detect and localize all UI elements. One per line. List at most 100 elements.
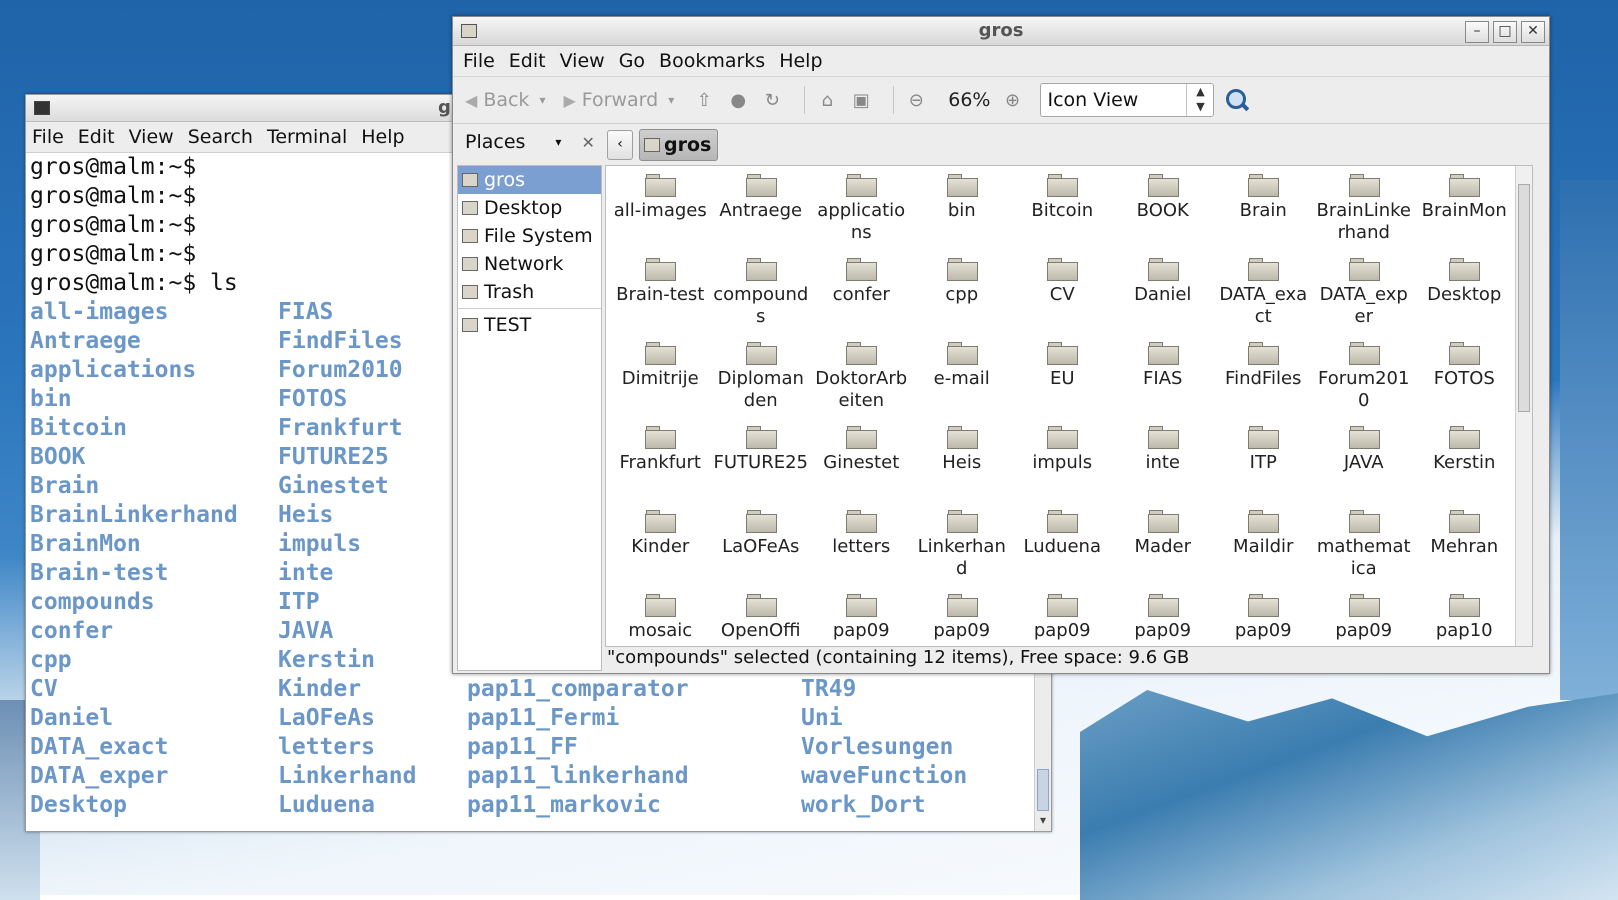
- folder-item[interactable]: Dimitrije: [610, 342, 711, 426]
- folder-item[interactable]: pap10: [1414, 594, 1515, 646]
- view-mode-select[interactable]: Icon View ▲ ▼: [1040, 83, 1215, 117]
- path-current-button[interactable]: gros: [639, 129, 719, 161]
- folder-item[interactable]: Luduena: [1012, 510, 1113, 594]
- folder-item[interactable]: Mader: [1113, 510, 1214, 594]
- folder-item[interactable]: DoktorArbeiten: [811, 342, 912, 426]
- folder-item[interactable]: confer: [811, 258, 912, 342]
- scroll-down-icon[interactable]: ▾: [1035, 813, 1051, 831]
- folder-item[interactable]: Forum2010: [1314, 342, 1415, 426]
- folder-item[interactable]: impuls: [1012, 426, 1113, 510]
- folder-item[interactable]: BOOK: [1113, 174, 1214, 258]
- folder-item[interactable]: JAVA: [1314, 426, 1415, 510]
- chevron-down-icon[interactable]: ▾: [555, 135, 561, 149]
- icon-view[interactable]: all-images Antraege applications bin Bitcoin…: [605, 165, 1533, 647]
- terminal-scroll-thumb[interactable]: [1037, 769, 1049, 811]
- fm-titlebar[interactable]: gros – □ ✕: [453, 17, 1549, 46]
- icon-view-scrollbar[interactable]: [1515, 166, 1532, 646]
- folder-item[interactable]: Brain-test: [610, 258, 711, 342]
- sidebar-item-network[interactable]: Network: [458, 250, 601, 278]
- folder-item[interactable]: LaOFeAs: [711, 510, 812, 594]
- folder-item[interactable]: pap09: [912, 594, 1013, 646]
- computer-icon[interactable]: ▣: [849, 88, 873, 112]
- folder-item[interactable]: applications: [811, 174, 912, 258]
- sidebar-item-file-system[interactable]: File System: [458, 222, 601, 250]
- folder-item[interactable]: CV: [1012, 258, 1113, 342]
- folder-item[interactable]: DATA_exact: [1213, 258, 1314, 342]
- terminal-menu-help[interactable]: Help: [361, 126, 404, 148]
- folder-item[interactable]: FOTOS: [1414, 342, 1515, 426]
- folder-item[interactable]: letters: [811, 510, 912, 594]
- folder-item[interactable]: e-mail: [912, 342, 1013, 426]
- fm-menu-bookmarks[interactable]: Bookmarks: [659, 50, 765, 72]
- folder-item[interactable]: Heis: [912, 426, 1013, 510]
- reload-icon[interactable]: ↻: [760, 88, 784, 112]
- folder-item[interactable]: EU: [1012, 342, 1113, 426]
- folder-item[interactable]: Desktop: [1414, 258, 1515, 342]
- folder-item[interactable]: BrainLinkerhand: [1314, 174, 1415, 258]
- zoom-in-icon[interactable]: ⊕: [1000, 88, 1024, 112]
- back-button[interactable]: ◀ Back ▾: [465, 89, 545, 111]
- folder-item[interactable]: Bitcoin: [1012, 174, 1113, 258]
- folder-item[interactable]: DATA_exper: [1314, 258, 1415, 342]
- icon-view-scroll-thumb[interactable]: [1518, 184, 1530, 412]
- folder-item[interactable]: bin: [912, 174, 1013, 258]
- folder-item[interactable]: Diplomanden: [711, 342, 812, 426]
- folder-item[interactable]: BrainMon: [1414, 174, 1515, 258]
- terminal-menu-file[interactable]: File: [32, 126, 64, 148]
- fm-menu-go[interactable]: Go: [619, 50, 645, 72]
- spinner-arrows-icon[interactable]: ▲ ▼: [1186, 84, 1213, 116]
- home-icon[interactable]: ⌂: [815, 88, 839, 112]
- file-manager-window[interactable]: gros – □ ✕ File Edit View Go Bookmarks H…: [452, 16, 1550, 674]
- folder-item[interactable]: all-images: [610, 174, 711, 258]
- close-button[interactable]: ✕: [1521, 21, 1545, 43]
- folder-item[interactable]: Daniel: [1113, 258, 1214, 342]
- folder-item[interactable]: pap09: [1314, 594, 1415, 646]
- folder-item[interactable]: Ginestet: [811, 426, 912, 510]
- up-icon[interactable]: ⇧: [692, 88, 716, 112]
- folder-item[interactable]: mosaic: [610, 594, 711, 646]
- folder-item[interactable]: inte: [1113, 426, 1214, 510]
- folder-item[interactable]: mathematica: [1314, 510, 1415, 594]
- folder-item[interactable]: Kerstin: [1414, 426, 1515, 510]
- minimize-button[interactable]: –: [1465, 21, 1489, 43]
- folder-item[interactable]: Maildir: [1213, 510, 1314, 594]
- terminal-menu-search[interactable]: Search: [188, 126, 253, 148]
- folder-item[interactable]: ITP: [1213, 426, 1314, 510]
- folder-item[interactable]: FIAS: [1113, 342, 1214, 426]
- close-icon[interactable]: ✕: [581, 133, 594, 152]
- zoom-out-icon[interactable]: ⊖: [904, 88, 928, 112]
- folder-item[interactable]: FUTURE25: [711, 426, 812, 510]
- folder-item[interactable]: Kinder: [610, 510, 711, 594]
- chevron-down-icon[interactable]: ▾: [668, 93, 674, 107]
- folder-item[interactable]: cpp: [912, 258, 1013, 342]
- folder-item[interactable]: FindFiles: [1213, 342, 1314, 426]
- folder-item[interactable]: Antraege: [711, 174, 812, 258]
- folder-item[interactable]: Linkerhand: [912, 510, 1013, 594]
- zoom-level[interactable]: 66%: [948, 89, 990, 111]
- maximize-button[interactable]: □: [1493, 21, 1517, 43]
- folder-item[interactable]: Brain: [1213, 174, 1314, 258]
- stop-icon[interactable]: ●: [726, 88, 750, 112]
- fm-menu-edit[interactable]: Edit: [509, 50, 546, 72]
- path-back-button[interactable]: ‹: [607, 130, 633, 160]
- folder-item[interactable]: pap09: [1213, 594, 1314, 646]
- terminal-menu-terminal[interactable]: Terminal: [267, 126, 347, 148]
- folder-item[interactable]: Mehran: [1414, 510, 1515, 594]
- folder-item[interactable]: Frankfurt: [610, 426, 711, 510]
- fm-menu-view[interactable]: View: [560, 50, 605, 72]
- folder-item[interactable]: pap09: [811, 594, 912, 646]
- chevron-down-icon[interactable]: ▾: [539, 93, 545, 107]
- sidebar-item-trash[interactable]: Trash: [458, 278, 601, 306]
- fm-menu-help[interactable]: Help: [779, 50, 822, 72]
- sidebar-header[interactable]: Places ▾ ✕: [457, 125, 600, 159]
- sidebar-item-gros[interactable]: gros: [458, 166, 601, 194]
- search-icon[interactable]: [1226, 89, 1250, 112]
- terminal-menu-edit[interactable]: Edit: [78, 126, 115, 148]
- folder-item[interactable]: pap09: [1012, 594, 1113, 646]
- fm-menu-file[interactable]: File: [463, 50, 495, 72]
- terminal-menu-view[interactable]: View: [129, 126, 174, 148]
- folder-item[interactable]: pap09: [1113, 594, 1214, 646]
- forward-button[interactable]: ▶ Forward ▾: [563, 89, 674, 111]
- folder-item[interactable]: OpenOffi: [711, 594, 812, 646]
- sidebar-item-desktop[interactable]: Desktop: [458, 194, 601, 222]
